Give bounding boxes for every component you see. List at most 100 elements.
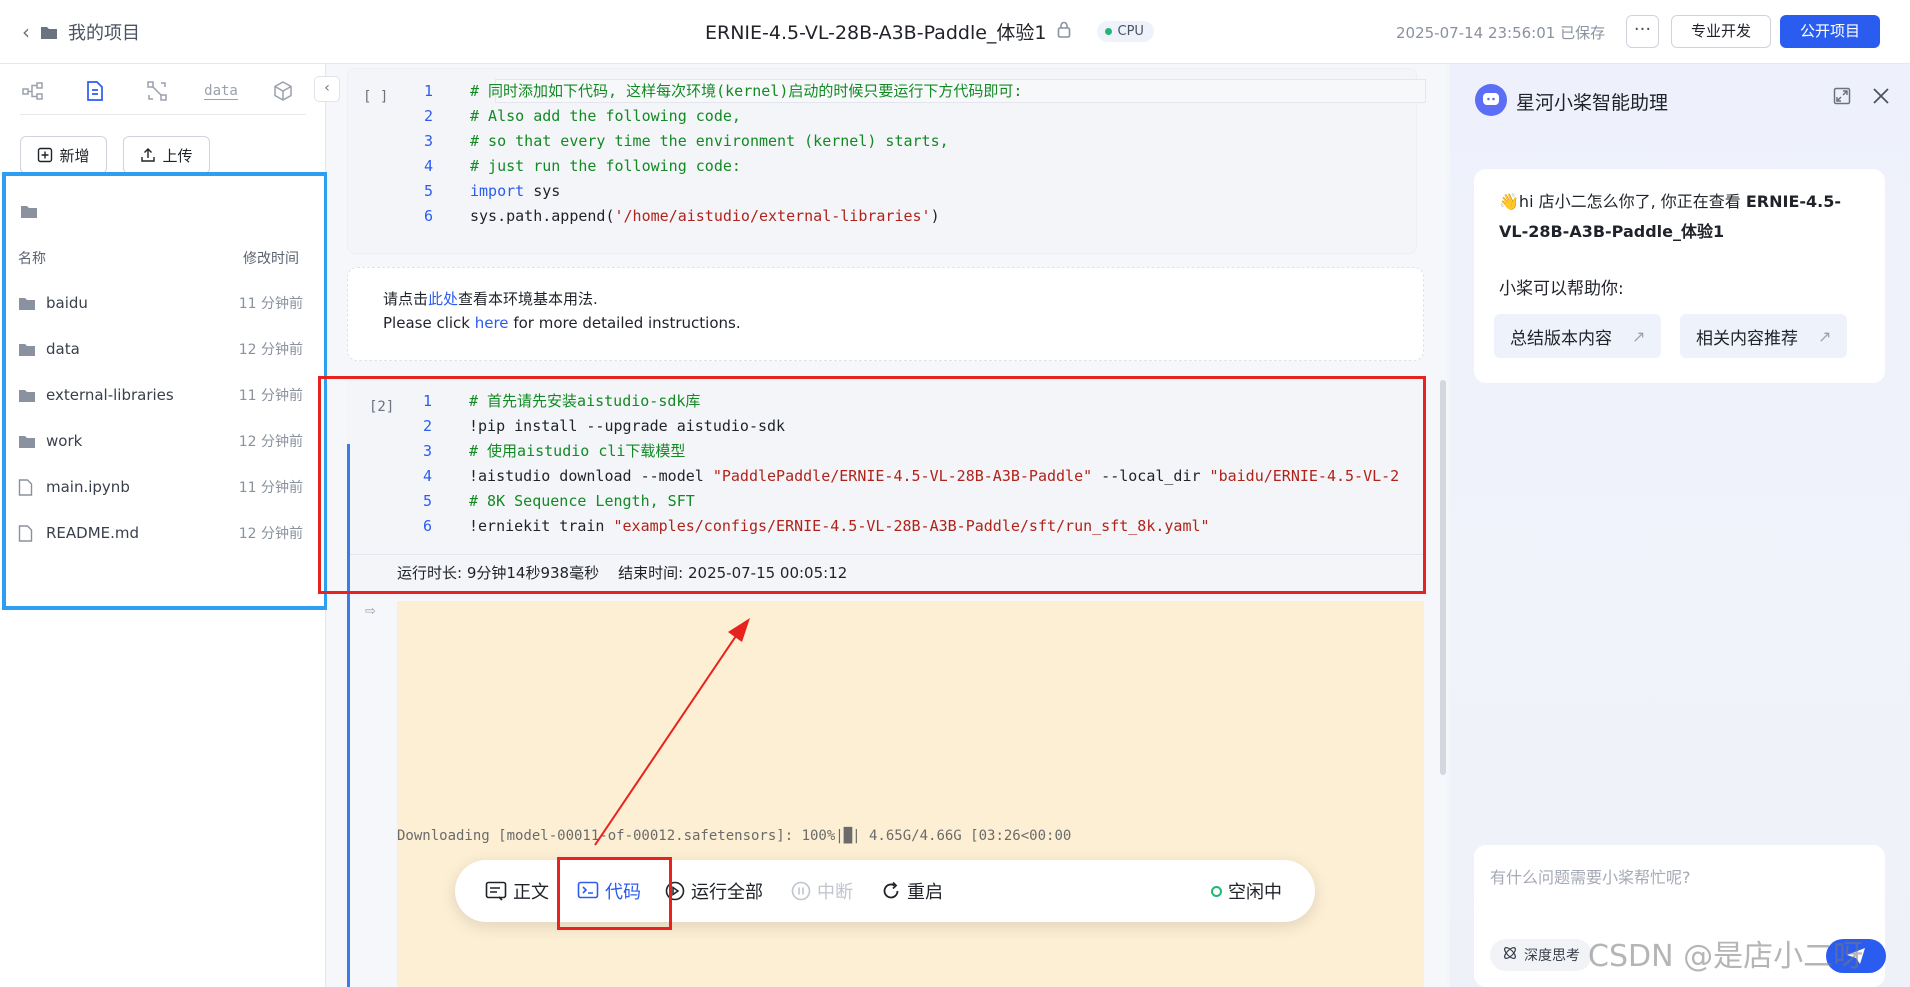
code-line: # 同时添加如下代码, 这样每次环境(kernel)启动的时候只要运行下方代码即…	[470, 82, 1023, 100]
help-link-en[interactable]: here	[475, 314, 509, 332]
status-dot-icon	[1104, 28, 1112, 35]
code-text: sys.path.append(	[470, 207, 615, 225]
assistant-panel: 星河小桨智能助理 👋hi 店小二怎么你了, 你正在查看 ERNIE-4.5-VL…	[1450, 64, 1910, 987]
top-bar: ‹ 我的项目 ERNIE-4.5-VL-28B-A3B-Paddle_体验1 C…	[0, 0, 1910, 64]
assistant-logo-icon	[1475, 84, 1507, 116]
deep-think-label: 深度思考	[1524, 948, 1580, 964]
annotation-arrow-icon	[594, 618, 750, 846]
atom-icon	[1502, 945, 1518, 965]
line-number: 6	[423, 207, 433, 225]
graph-icon	[147, 81, 167, 101]
text-cell-icon	[485, 881, 507, 901]
tab-data[interactable]: data	[204, 76, 238, 106]
title-area: ERNIE-4.5-VL-28B-A3B-Paddle_体验1 CPU	[705, 18, 1154, 45]
text-label: 正文	[513, 882, 549, 903]
assistant-title: 星河小桨智能助理	[1516, 92, 1669, 114]
tab-divider	[20, 114, 306, 115]
restart-button[interactable]: 重启	[881, 860, 943, 922]
cell-output: Downloading [model-00011-of-00012.safete…	[397, 601, 1424, 987]
assistant-input[interactable]: 有什么问题需要小桨帮忙呢?	[1490, 864, 1691, 888]
page-title[interactable]: ERNIE-4.5-VL-28B-A3B-Paddle_体验1	[705, 18, 1047, 45]
close-icon[interactable]	[1872, 86, 1890, 110]
code-line: # Also add the following code,	[470, 107, 741, 125]
code-cell[interactable]: [ ] 1 # 同时添加如下代码, 这样每次环境(kernel)启动的时候只要运…	[347, 68, 1426, 254]
line-number: 5	[423, 182, 433, 200]
highlight-box-cell	[318, 376, 1426, 594]
idle-status-icon	[1211, 885, 1222, 897]
upload-label: 上传	[162, 146, 193, 165]
code-line: # so that every time the environment (ke…	[470, 132, 949, 150]
add-file-icon	[38, 147, 53, 163]
insert-text-button[interactable]: 正文	[485, 860, 549, 922]
arrow-up-right-icon: ↗	[1818, 326, 1832, 346]
upload-button[interactable]: 上传	[123, 136, 210, 174]
expand-icon[interactable]	[1833, 87, 1851, 109]
deep-think-toggle[interactable]: 深度思考	[1490, 939, 1592, 971]
interrupt-label: 中断	[817, 882, 853, 903]
line-number: 3	[423, 132, 433, 150]
cube-icon	[274, 81, 292, 101]
tab-files[interactable]	[80, 76, 110, 106]
md-text: for more detailed instructions.	[508, 314, 741, 332]
back-label: 我的项目	[68, 23, 140, 44]
file-list-highlight-box	[2, 172, 328, 610]
interrupt-button[interactable]: 中断	[791, 860, 853, 922]
upload-icon	[141, 148, 156, 162]
new-button[interactable]: 新增	[20, 136, 107, 174]
line-number: 2	[423, 107, 433, 125]
back-to-projects[interactable]: ‹ 我的项目	[22, 19, 140, 45]
sidebar-tabs: data	[0, 64, 326, 116]
line-number: 1	[423, 82, 433, 100]
code-keyword: import	[470, 182, 525, 200]
data-icon: data	[204, 82, 238, 100]
run-all-button[interactable]: 运行全部	[665, 860, 763, 922]
markdown-line-cn: 请点击此处查看本环境基本用法.	[383, 288, 598, 309]
vertical-scrollbar[interactable]	[1440, 380, 1446, 775]
new-label: 新增	[59, 146, 90, 165]
pro-dev-button[interactable]: 专业开发	[1671, 15, 1771, 48]
tab-structure[interactable]	[18, 76, 48, 106]
chip-label: 相关内容推荐	[1696, 328, 1798, 349]
markdown-line-en: Please click here for more detailed inst…	[383, 314, 741, 332]
pause-circle-icon	[791, 881, 811, 901]
greeting-text: 👋hi 店小二怎么你了, 你正在查看	[1499, 192, 1746, 211]
md-text: 查看本环境基本用法.	[458, 290, 598, 308]
code-text: sys	[524, 182, 561, 200]
help-label: 小桨可以帮助你:	[1499, 279, 1624, 299]
markdown-cell[interactable]: 请点击此处查看本环境基本用法. Please click here for mo…	[347, 267, 1424, 361]
chip-label: 总结版本内容	[1510, 328, 1612, 349]
highlight-box-code-button	[557, 857, 672, 930]
kernel-status: 空闲中	[1211, 860, 1282, 922]
restart-label: 重启	[907, 882, 943, 903]
arrow-up-right-icon: ↗	[1632, 326, 1646, 346]
code-string: '/home/aistudio/external-libraries'	[614, 207, 931, 225]
folder-icon	[40, 25, 58, 40]
lock-icon	[1057, 21, 1071, 42]
code-text: )	[930, 207, 940, 225]
saved-status: 2025-07-14 23:56:01 已保存	[1396, 24, 1606, 42]
summarize-chip[interactable]: 总结版本内容 ↗	[1494, 314, 1662, 358]
run-all-label: 运行全部	[691, 882, 763, 903]
chevron-left-icon: ‹	[22, 20, 30, 44]
code-line: # just run the following code:	[470, 157, 741, 175]
line-number: 4	[423, 157, 433, 175]
tab-models[interactable]	[268, 76, 298, 106]
public-project-button[interactable]: 公开项目	[1780, 15, 1880, 48]
assistant-welcome-card: 👋hi 店小二怎么你了, 你正在查看 ERNIE-4.5-VL-28B-A3B-…	[1474, 169, 1885, 383]
env-badge: CPU	[1096, 21, 1154, 42]
code-line: import sys	[470, 179, 560, 204]
md-text: 请点击	[383, 290, 429, 308]
restart-icon	[881, 881, 901, 901]
assistant-greeting: 👋hi 店小二怎么你了, 你正在查看 ERNIE-4.5-VL-28B-A3B-…	[1499, 187, 1869, 247]
code-line: sys.path.append('/home/aistudio/external…	[470, 204, 940, 229]
status-label: 空闲中	[1228, 882, 1282, 903]
files-icon	[87, 81, 103, 101]
more-button[interactable]: ···	[1626, 15, 1659, 48]
output-toggle-icon[interactable]: ⇨	[365, 604, 376, 619]
help-link-cn[interactable]: 此处	[428, 290, 458, 308]
recommend-chip[interactable]: 相关内容推荐 ↗	[1680, 314, 1848, 358]
tab-graph[interactable]	[142, 76, 172, 106]
watermark: CSDN @是店小二呀	[1588, 939, 1864, 974]
env-badge-label: CPU	[1117, 24, 1144, 39]
collapse-sidebar-button[interactable]: ‹	[314, 76, 340, 102]
